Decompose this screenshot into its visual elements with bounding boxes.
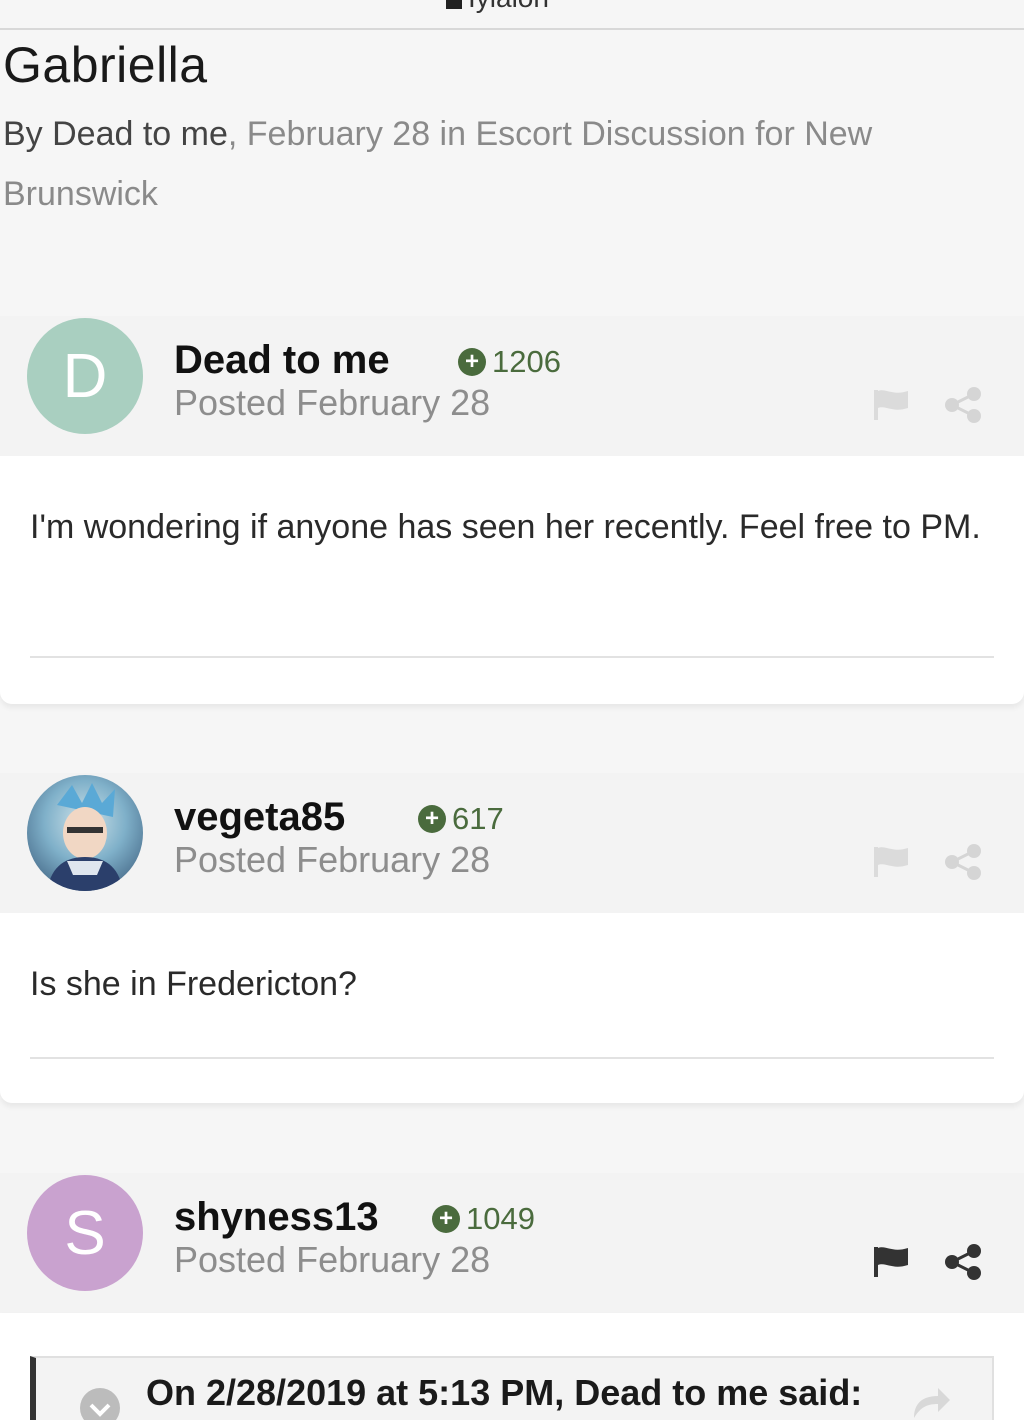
- share-icon[interactable]: [944, 1243, 982, 1281]
- flag-icon[interactable]: [872, 388, 910, 420]
- post-divider: [30, 656, 994, 658]
- post-username[interactable]: shyness13: [174, 1195, 379, 1240]
- avatar[interactable]: [27, 775, 143, 891]
- avatar[interactable]: S: [27, 1175, 143, 1291]
- post-header: [0, 316, 1024, 456]
- post-header: [0, 773, 1024, 913]
- plus-icon: +: [432, 1205, 460, 1233]
- reputation-badge: + 617: [418, 801, 504, 837]
- reputation-badge: + 1049: [432, 1201, 535, 1237]
- quote-block: On 2/28/2019 at 5:13 PM, Dead to me said…: [30, 1356, 994, 1420]
- avatar-letter: D: [62, 341, 108, 411]
- flag-icon[interactable]: [872, 1245, 910, 1277]
- avatar-image: [47, 783, 123, 891]
- post-body: I'm wondering if anyone has seen her rec…: [0, 456, 1024, 704]
- avatar[interactable]: D: [27, 318, 143, 434]
- reputation-count: 617: [452, 801, 504, 836]
- post-divider: [30, 1057, 994, 1059]
- post-date[interactable]: Posted February 28: [174, 382, 490, 424]
- topic-meta: By Dead to me, February 28 in Escort Dis…: [3, 104, 993, 224]
- check-icon[interactable]: [80, 1388, 120, 1420]
- reply-arrow-icon[interactable]: [910, 1384, 952, 1420]
- plus-icon: +: [458, 348, 486, 376]
- topbar-text: Iylalon: [468, 0, 549, 14]
- post-username[interactable]: Dead to me: [174, 338, 390, 383]
- topbar-cut-title: Iylalon: [446, 0, 549, 14]
- post-date[interactable]: Posted February 28: [174, 1239, 490, 1281]
- reputation-count: 1206: [492, 344, 561, 379]
- topic-title: Gabriella: [3, 37, 208, 93]
- flag-icon[interactable]: [872, 845, 910, 877]
- post-body: Is she in Fredericton?: [0, 913, 1024, 1103]
- top-navigation-bar: Iylalon: [0, 0, 1024, 30]
- post-content: Is she in Fredericton?: [30, 965, 357, 1003]
- post-2: vegeta85 + 617 Posted February 28 Is she…: [0, 773, 1024, 1105]
- post-username[interactable]: vegeta85: [174, 795, 345, 840]
- post-header: [0, 1173, 1024, 1313]
- reputation-badge: + 1206: [458, 344, 561, 380]
- plus-icon: +: [418, 805, 446, 833]
- topic-author-link[interactable]: Dead to me: [52, 115, 228, 153]
- post-content: I'm wondering if anyone has seen her rec…: [30, 508, 981, 546]
- topic-by-prefix: By: [3, 115, 53, 153]
- post-date[interactable]: Posted February 28: [174, 839, 490, 881]
- share-icon[interactable]: [944, 386, 982, 424]
- post-1: D Dead to me + 1206 Posted February 28 I…: [0, 316, 1024, 706]
- avatar-letter: S: [64, 1198, 106, 1268]
- check-mark: [89, 1403, 111, 1417]
- quote-citation: On 2/28/2019 at 5:13 PM, Dead to me said…: [146, 1372, 863, 1413]
- reputation-count: 1049: [466, 1201, 535, 1236]
- topbar-icon: [446, 0, 462, 9]
- share-icon[interactable]: [944, 843, 982, 881]
